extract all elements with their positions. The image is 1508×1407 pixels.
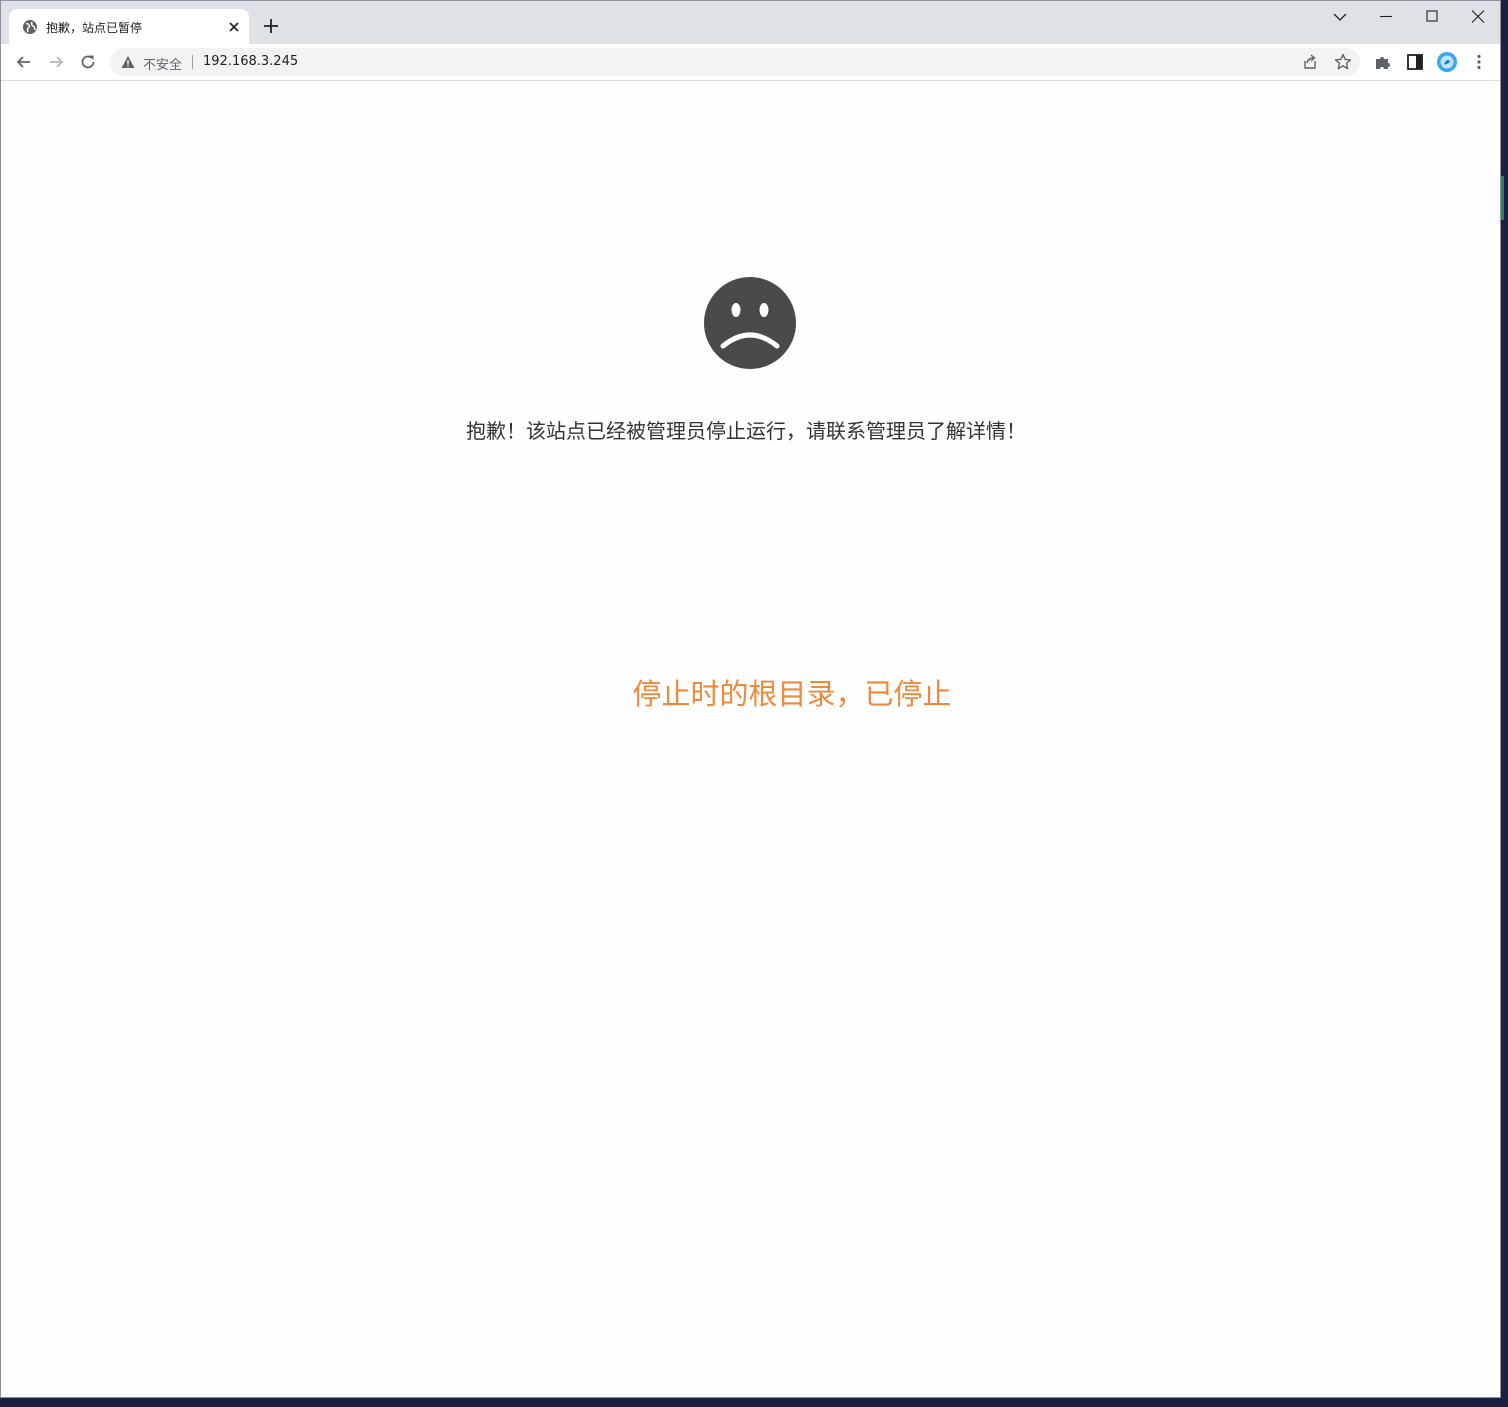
minimize-button[interactable] <box>1363 1 1409 31</box>
maximize-button[interactable] <box>1409 1 1455 31</box>
minimize-icon <box>1380 15 1392 18</box>
tab-title: 抱歉，站点已暂停 <box>46 21 143 35</box>
side-panel-icon[interactable] <box>1405 52 1425 72</box>
puzzle-icon[interactable] <box>1373 52 1393 72</box>
stopped-message: 抱歉！该站点已经被管理员停止运行，请联系管理员了解详情！ <box>466 419 1026 443</box>
omnibox-divider <box>192 55 193 69</box>
close-icon <box>1471 10 1485 23</box>
back-arrow-icon[interactable] <box>14 52 34 72</box>
profile-avatar-icon[interactable] <box>1437 52 1457 72</box>
star-icon[interactable] <box>1334 53 1352 71</box>
scrollbar-indicator <box>1501 176 1504 220</box>
reload-icon[interactable] <box>78 52 98 72</box>
security-label[interactable]: 不安全 <box>143 54 182 73</box>
address-bar[interactable]: 不安全 192.168.3.245 <box>110 48 1360 76</box>
browser-window: 抱歉，站点已暂停 不安全 192.168.3.245 抱歉！该站点已经被管理员停… <box>0 0 1501 1398</box>
close-window-button[interactable] <box>1455 1 1500 31</box>
share-icon[interactable] <box>1301 53 1319 71</box>
new-tab-icon[interactable] <box>262 17 280 35</box>
url-text[interactable]: 192.168.3.245 <box>203 54 298 69</box>
browser-toolbar: 不安全 192.168.3.245 <box>1 44 1500 81</box>
root-directory-note: 停止时的根目录，已停止 <box>632 677 952 711</box>
warning-icon[interactable] <box>121 55 135 69</box>
close-tab-icon[interactable] <box>227 20 241 34</box>
more-vert-icon[interactable] <box>1469 52 1489 72</box>
globe-icon <box>23 20 37 34</box>
page-content: 抱歉！该站点已经被管理员停止运行，请联系管理员了解详情！ 停止时的根目录，已停止 <box>1 81 1500 1397</box>
maximize-icon <box>1426 10 1438 22</box>
forward-arrow-icon[interactable] <box>46 52 66 72</box>
sad-face-icon <box>704 277 796 369</box>
browser-tab[interactable]: 抱歉，站点已暂停 <box>9 9 249 44</box>
tab-strip: 抱歉，站点已暂停 <box>1 1 1500 44</box>
tab-search-button[interactable] <box>1317 1 1363 31</box>
chevron-down-icon <box>1333 13 1347 21</box>
